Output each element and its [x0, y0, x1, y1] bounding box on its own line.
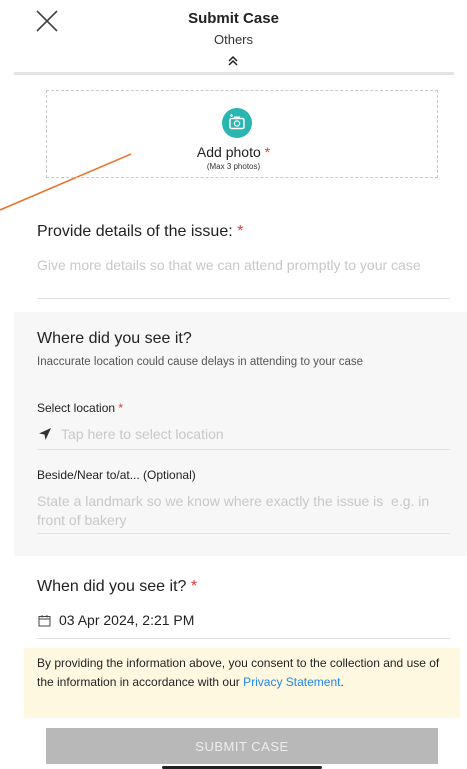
privacy-statement-link[interactable]: Privacy Statement — [243, 675, 340, 689]
consent-text: By providing the information above, you … — [37, 656, 440, 689]
date-heading: When did you see it? * — [37, 578, 198, 595]
required-mark: * — [237, 223, 244, 240]
consent-notice: By providing the information above, you … — [24, 648, 460, 718]
divider — [37, 533, 450, 534]
location-heading: Where did you see it? — [37, 330, 192, 347]
required-mark: * — [118, 401, 124, 415]
header-separator — [14, 72, 454, 75]
divider — [37, 638, 450, 639]
page-title: Submit Case — [188, 10, 279, 27]
calendar-icon — [38, 615, 51, 627]
add-photo-hint: (Max 3 photos) — [206, 162, 261, 171]
required-mark: * — [264, 144, 271, 160]
date-time-field[interactable]: 03 Apr 2024, 2:21 PM — [59, 612, 194, 628]
submit-case-button[interactable]: SUBMIT CASE — [46, 728, 438, 764]
details-heading: Provide details of the issue: * — [37, 223, 244, 240]
landmark-label: Beside/Near to/at... (Optional) — [37, 468, 196, 482]
double-chevron-up-icon[interactable] — [223, 54, 243, 68]
location-note: Inaccurate location could cause delays i… — [37, 356, 364, 368]
divider — [37, 298, 450, 299]
camera-icon — [229, 114, 245, 130]
required-mark: * — [190, 578, 198, 595]
location-arrow-icon — [39, 428, 51, 440]
location-field[interactable] — [61, 424, 441, 444]
select-location-label: Select location * — [37, 401, 124, 415]
details-field[interactable] — [37, 255, 450, 297]
landmark-field[interactable] — [37, 492, 437, 532]
add-photo-button[interactable] — [222, 108, 252, 138]
consent-text-end: . — [340, 675, 344, 689]
page-subtitle: Others — [213, 32, 253, 47]
divider — [37, 449, 450, 450]
add-photo-label: Add photo * — [196, 144, 271, 160]
